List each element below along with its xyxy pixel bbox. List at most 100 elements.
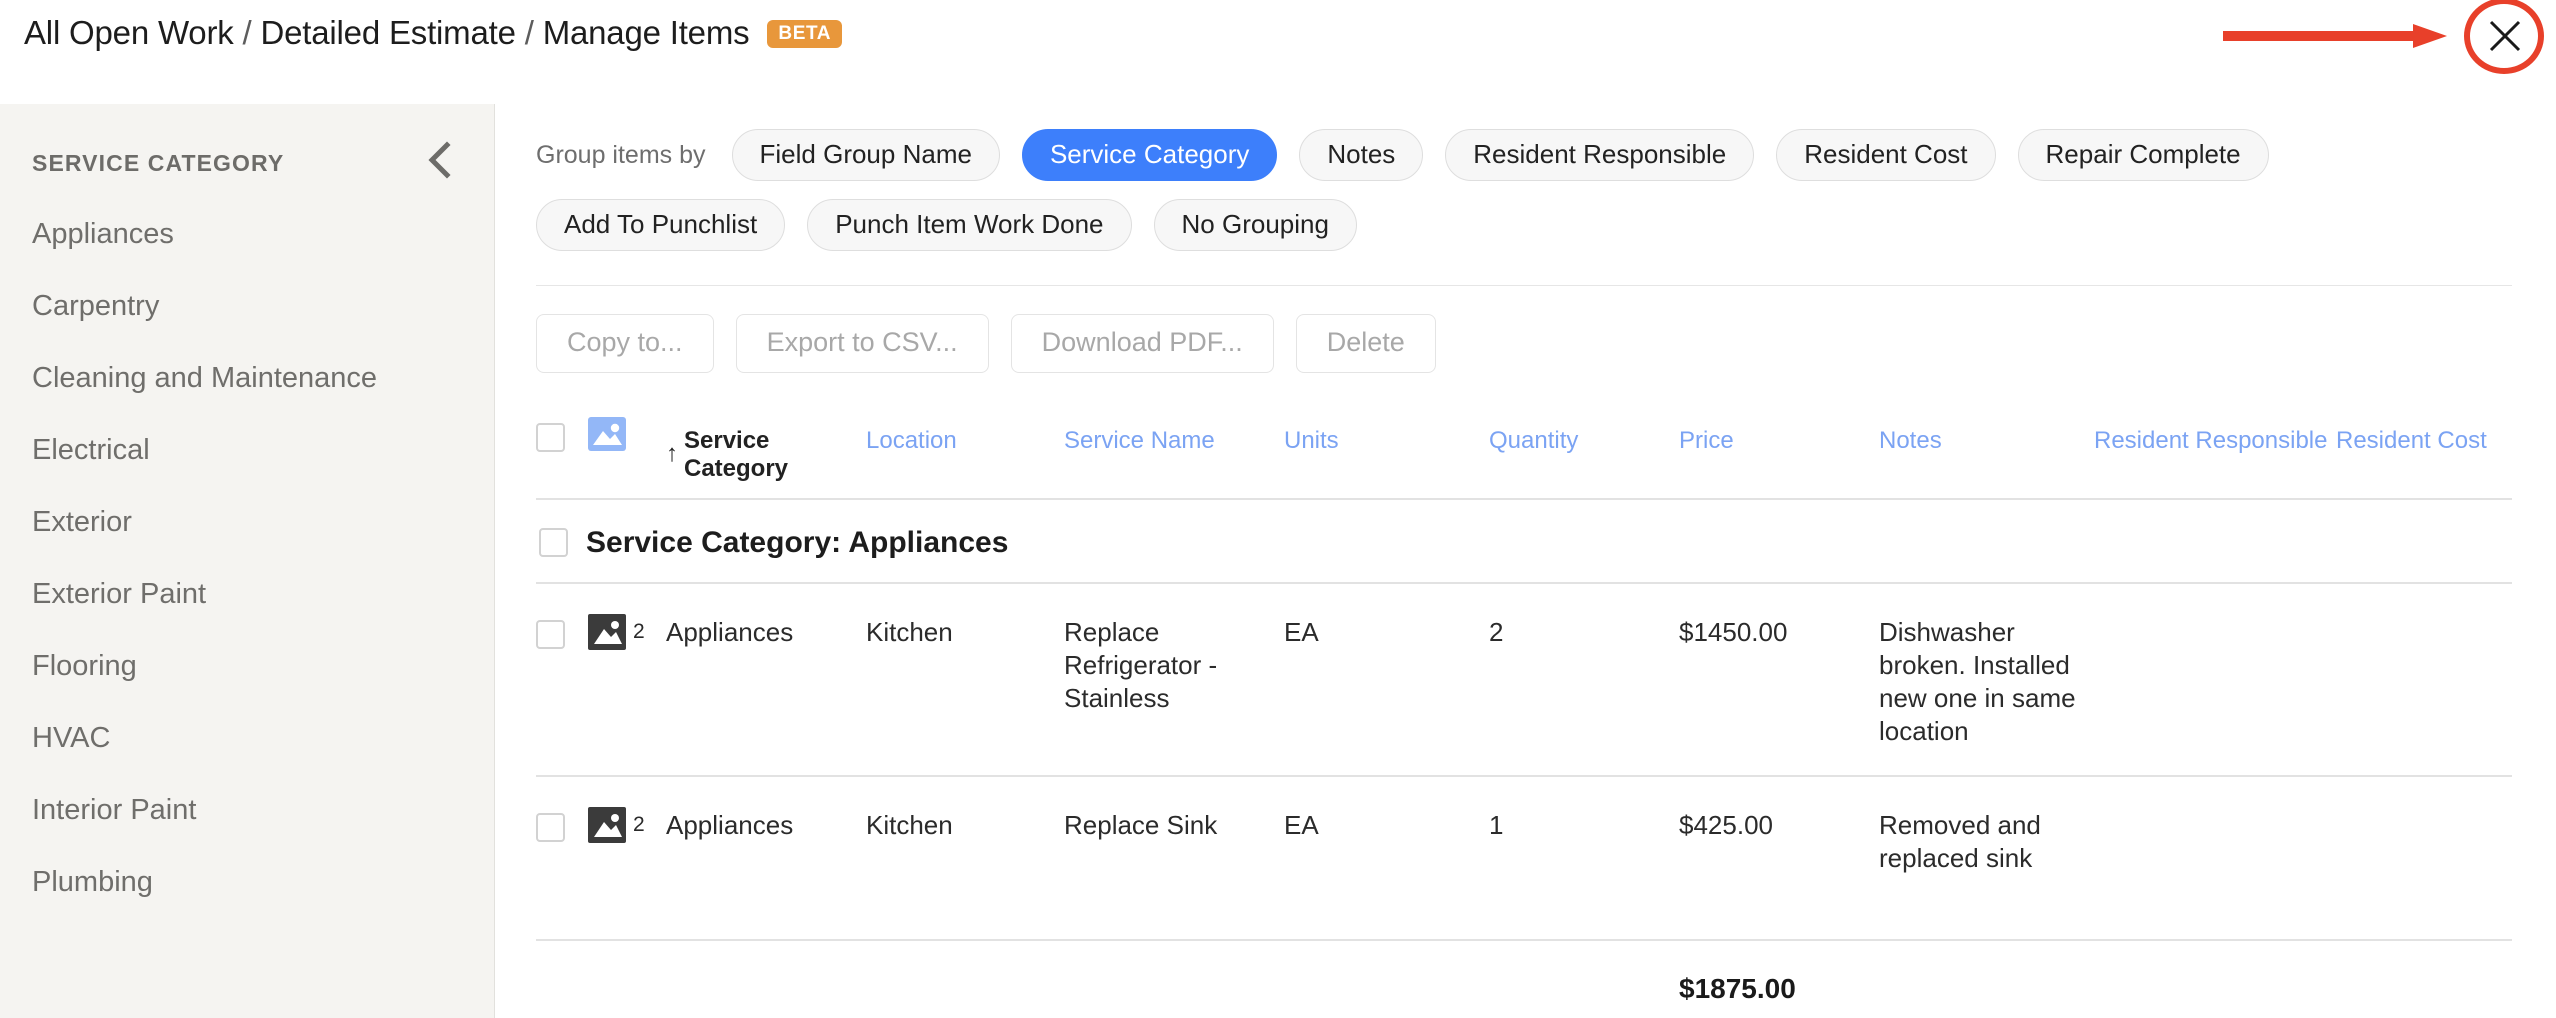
beta-badge: BETA [767,20,843,48]
totals-spacer-units [1284,965,1489,1005]
totals-spacer-notes [1879,965,2094,1005]
group-select-checkbox[interactable] [539,528,568,558]
breadcrumb-separator: / [524,14,534,51]
select-all-checkbox[interactable] [536,423,565,452]
sidebar-item-exterior-paint[interactable]: Exterior Paint [0,558,494,630]
header-service-category[interactable]: ↑ Service Category [666,409,866,484]
sidebar-category-list: Appliances Carpentry Cleaning and Mainte… [0,190,494,918]
cell-service-name: Replace Refrigerator - Stainless [1064,616,1218,714]
sidebar-item-appliances[interactable]: Appliances [0,198,494,270]
header-notes[interactable]: Notes [1879,409,2094,455]
image-count: 2 [633,619,645,643]
row-image-cell[interactable]: 2 [588,606,666,650]
cell-resident-cost [2336,799,2516,809]
row-select-cell [536,606,588,649]
group-by-resident-responsible[interactable]: Resident Responsible [1445,129,1755,181]
totals-spacer-quantity [1489,965,1679,1005]
group-by-notes[interactable]: Notes [1299,129,1424,181]
close-button[interactable] [2478,9,2532,63]
table-row[interactable]: 2 Appliances Kitchen Replace Sink EA 1 $… [536,774,2512,939]
header-service-category-label: Service Category [684,427,789,483]
totals-spacer-location [866,965,1064,1005]
sidebar-item-interior-paint[interactable]: Interior Paint [0,774,494,846]
copy-to-button[interactable]: Copy to... [536,314,714,373]
sidebar-item-exterior[interactable]: Exterior [0,486,494,558]
group-totals-row: $1875.00 [536,938,2512,1005]
annotation-arrow [2223,24,2447,48]
download-pdf-button[interactable]: Download PDF... [1010,314,1274,373]
header-select-all-cell [536,409,588,452]
row-select-cell [536,799,588,842]
breadcrumb-item-detailed-estimate[interactable]: Detailed Estimate [261,14,516,52]
group-by-add-to-punchlist[interactable]: Add To Punchlist [536,199,786,251]
totals-spacer-resident-responsible [2094,965,2336,1005]
table-header-row: ↑ Service Category Location Service Name… [536,409,2512,500]
breadcrumb: All Open Work / Detailed Estimate / Mana… [24,14,843,52]
header-quantity[interactable]: Quantity [1489,409,1679,455]
sidebar-item-carpentry[interactable]: Carpentry [0,270,494,342]
header-image-cell [588,409,666,451]
group-by-punch-item-work-done[interactable]: Punch Item Work Done [807,199,1132,251]
image-icon [588,417,626,451]
sidebar-item-flooring[interactable]: Flooring [0,630,494,702]
header-units[interactable]: Units [1284,409,1489,455]
cell-units: EA [1284,616,1319,647]
cell-quantity: 2 [1489,616,1504,647]
items-table: ↑ Service Category Location Service Name… [536,409,2512,1005]
breadcrumb-separator: / [242,14,252,51]
totals-spacer-category [666,965,866,1005]
breadcrumb-item-all-open-work[interactable]: All Open Work [24,14,234,52]
group-header-row: Service Category: Appliances [536,500,2512,582]
totals-spacer-image [588,965,666,1005]
group-by-field-group-name[interactable]: Field Group Name [731,129,1000,181]
sidebar-item-electrical[interactable]: Electrical [0,414,494,486]
cell-location: Kitchen [866,809,953,840]
table-row[interactable]: 2 Appliances Kitchen Replace Refrigerato… [536,581,2512,775]
breadcrumb-item-manage-items: Manage Items [542,14,750,51]
delete-button[interactable]: Delete [1295,314,1436,373]
close-icon [2489,20,2521,52]
cell-resident-responsible [2094,606,2336,616]
cell-location: Kitchen [866,616,953,647]
group-by-repair-complete[interactable]: Repair Complete [2017,129,2269,181]
totals-spacer-resident-cost [2336,965,2516,1005]
group-by-service-category[interactable]: Service Category [1021,129,1278,181]
group-by-label: Group items by [536,140,706,169]
image-icon [588,806,626,843]
row-image-cell[interactable]: 2 [588,799,666,843]
sort-asc-icon: ↑ [666,440,678,467]
group-by-no-grouping[interactable]: No Grouping [1153,199,1357,251]
header-resident-cost[interactable]: Resident Cost [2336,409,2516,455]
cell-quantity: 1 [1489,809,1504,840]
top-bar: All Open Work / Detailed Estimate / Mana… [0,0,2556,104]
header-service-name[interactable]: Service Name [1064,409,1284,455]
cell-price: $1450.00 [1679,616,1788,647]
chevron-left-icon [428,141,451,179]
group-by-resident-cost[interactable]: Resident Cost [1776,129,1996,181]
sidebar-item-hvac[interactable]: HVAC [0,702,494,774]
cell-service-category: Appliances [666,616,794,647]
sidebar-item-cleaning-and-maintenance[interactable]: Cleaning and Maintenance [0,342,494,414]
export-to-csv-button[interactable]: Export to CSV... [735,314,989,373]
cell-notes: Removed and replaced sink [1879,809,2041,873]
header-resident-responsible[interactable]: Resident Responsible [2094,409,2336,455]
cell-resident-cost [2336,606,2516,616]
cell-service-category: Appliances [666,809,794,840]
cell-price: $425.00 [1679,809,1773,840]
bulk-actions-toolbar: Copy to... Export to CSV... Download PDF… [536,286,2512,373]
cell-service-name: Replace Sink [1064,809,1218,840]
row-checkbox[interactable] [536,619,565,649]
totals-spacer-select [536,965,588,1005]
sidebar-item-plumbing[interactable]: Plumbing [0,846,494,918]
group-by-toolbar: Group items by Field Group Name Service … [536,104,2512,251]
sidebar-collapse-button[interactable] [420,140,460,180]
manage-items-screen: All Open Work / Detailed Estimate / Mana… [0,0,2556,1018]
totals-spacer-service [1064,965,1284,1005]
header-price[interactable]: Price [1679,409,1879,455]
group-title: Service Category: Appliances [586,525,1009,559]
image-icon [588,613,626,650]
cell-notes: Dishwasher broken. Installed new one in … [1879,616,2076,747]
header-location[interactable]: Location [866,409,1064,455]
sidebar-header: SERVICE CATEGORY [0,104,494,190]
row-checkbox[interactable] [536,812,565,842]
